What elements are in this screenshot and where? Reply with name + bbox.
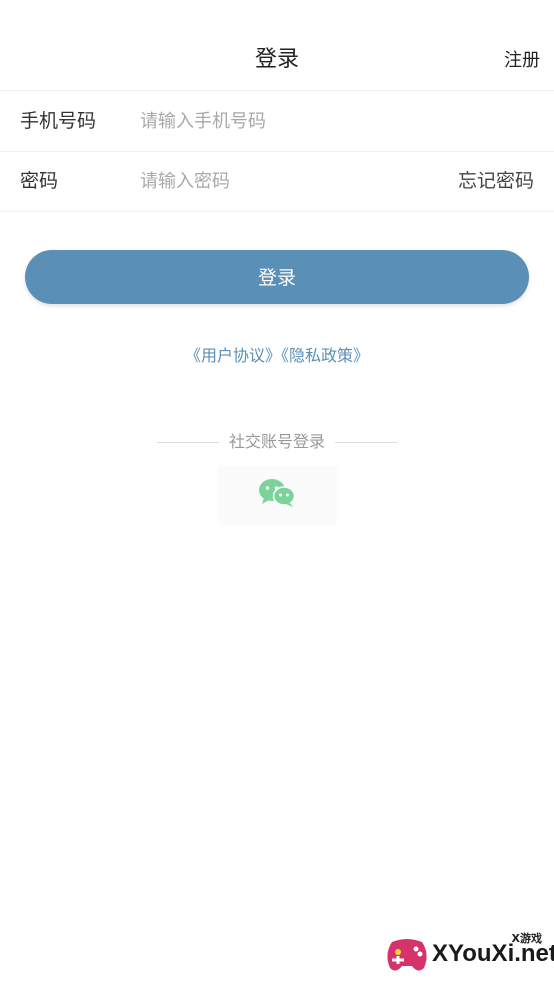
phone-input[interactable] xyxy=(140,105,430,137)
privacy-policy-link[interactable]: 《隐私政策》 xyxy=(281,346,369,365)
wechat-login-button[interactable] xyxy=(217,465,337,525)
watermark-text: XYouXi.net xyxy=(432,940,554,967)
user-agreement-link[interactable]: 《用户协议》 xyxy=(185,346,281,365)
forgot-password-link[interactable]: 忘记密码 xyxy=(458,151,534,211)
password-row: 密码 忘记密码 xyxy=(0,151,554,212)
divider-line-right xyxy=(335,441,398,443)
register-link[interactable]: 注册 xyxy=(504,48,540,74)
phone-row: 手机号码 xyxy=(0,91,554,152)
phone-label: 手机号码 xyxy=(20,110,97,132)
social-login-title: 社交账号登录 xyxy=(229,432,326,451)
password-input[interactable] xyxy=(140,165,430,197)
password-label: 密码 xyxy=(20,170,59,192)
page-title: 登录 xyxy=(254,47,299,72)
site-watermark: X游戏 XYouXi.net xyxy=(384,930,554,980)
social-login-divider: 社交账号登录 xyxy=(157,430,398,454)
wechat-icon xyxy=(258,478,296,512)
gamepad-logo-icon xyxy=(387,939,427,971)
divider-line-left xyxy=(157,441,219,443)
login-button[interactable]: 登录 xyxy=(25,250,529,304)
header-bar: 登录 注册 xyxy=(0,0,554,91)
agreements: 《用户协议》《隐私政策》 xyxy=(0,343,554,369)
